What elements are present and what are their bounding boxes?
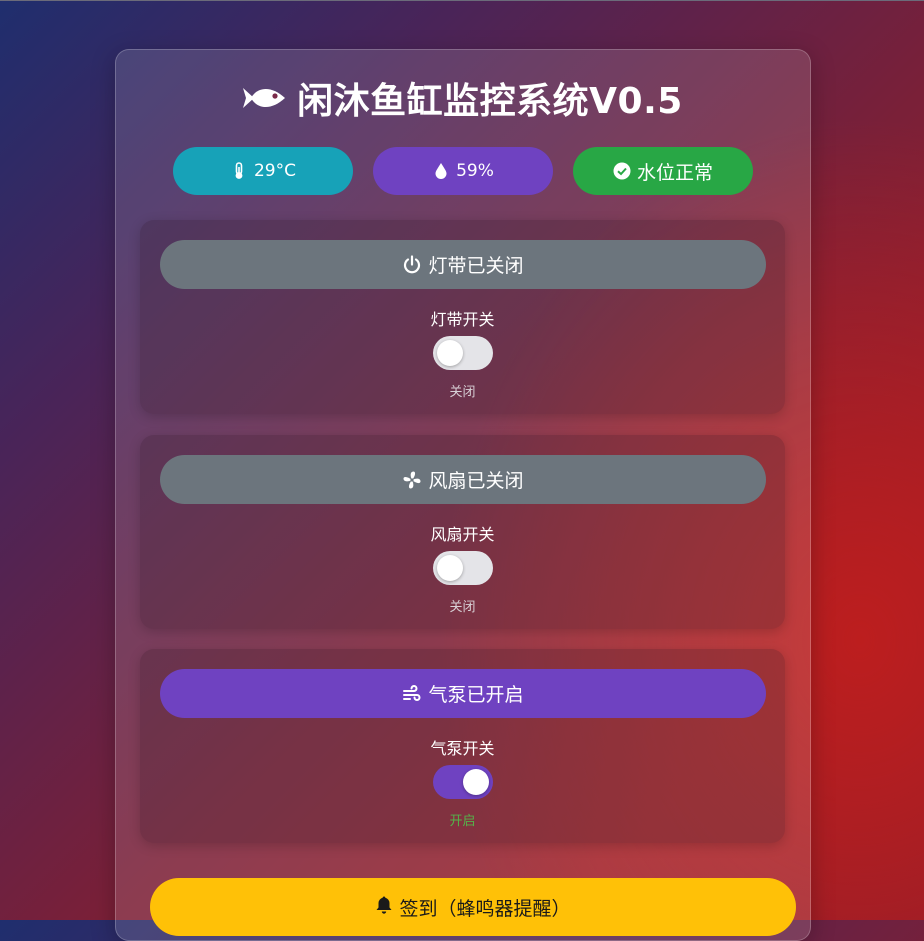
light-switch[interactable] [433,336,493,370]
light-card: 灯带已关闭 灯带开关 关闭 [140,220,785,414]
water-level-value: 水位正常 [636,161,713,184]
pump-switch[interactable] [433,765,493,799]
pump-toggle-button[interactable]: 气泵已开启 [160,669,766,718]
pump-button-label: 气泵已开启 [428,684,524,706]
droplet-icon [435,163,447,179]
humidity-value: 59% [456,161,494,181]
temperature-badge: 29°C [173,147,353,195]
fan-switch[interactable] [433,551,493,585]
switch-knob [463,769,489,795]
fan-card: 风扇已关闭 风扇开关 关闭 [140,435,785,629]
light-toggle-button[interactable]: 灯带已关闭 [160,240,766,289]
pump-switch-label: 气泵开关 [430,739,495,758]
fan-toggle-button[interactable]: 风扇已关闭 [160,455,766,504]
switch-knob [437,555,463,581]
fan-switch-label: 风扇开关 [430,525,495,544]
check-circle-icon [613,162,631,180]
fan-button-label: 风扇已关闭 [428,470,524,492]
pump-state-text: 开启 [449,814,476,829]
fish-icon [243,88,286,108]
wind-icon [403,684,421,701]
window-top-border [0,0,924,1]
checkin-label: 签到（蜂鸣器提醒） [399,898,571,920]
humidity-badge: 59% [373,147,553,195]
water-level-badge: 水位正常 [573,147,753,195]
switch-knob [437,340,463,366]
app-title: 闲沐鱼缸监控系统V0.5 [297,81,683,122]
light-switch-label: 灯带开关 [430,310,495,329]
fan-icon [403,471,421,488]
fan-state-text: 关闭 [449,600,476,615]
pump-card: 气泵已开启 气泵开关 开启 [140,649,785,843]
page-title: 闲沐鱼缸监控系统V0.5 [0,70,924,126]
temperature-value: 29°C [253,161,296,181]
power-icon [404,254,421,273]
checkin-button[interactable]: 签到（蜂鸣器提醒） [150,878,796,936]
thermometer-icon [235,162,243,179]
light-state-text: 关闭 [449,385,476,400]
bell-icon [376,896,392,914]
light-button-label: 灯带已关闭 [428,255,524,277]
